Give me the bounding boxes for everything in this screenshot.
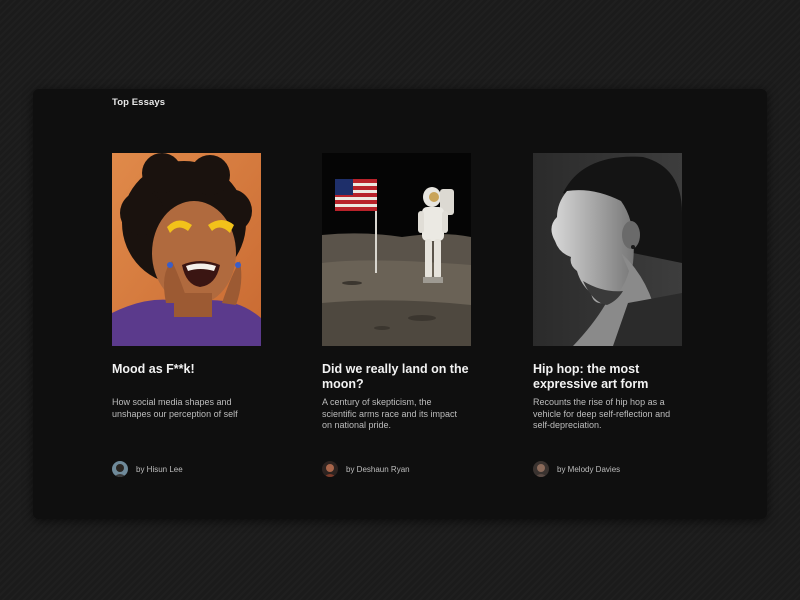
essay-title[interactable]: Did we really land on the moon? [322,362,482,392]
author-byline[interactable]: by Deshaun Ryan [322,461,410,477]
essay-description: How social media shapes and unshapes our… [112,397,238,419]
author-name[interactable]: by Hisun Lee [136,465,183,474]
author-name[interactable]: by Melody Davies [557,465,620,474]
essay-thumbnail[interactable] [533,153,682,346]
essay-title[interactable]: Hip hop: the most expressive art form [533,362,693,392]
author-byline[interactable]: by Hisun Lee [112,461,183,477]
essays-panel: Top Essays Mood as F**k! How social medi… [33,89,767,519]
avatar[interactable] [322,461,338,477]
avatar[interactable] [112,461,128,477]
essay-card[interactable]: Mood as F**k! How social media shapes an… [112,153,272,477]
essay-thumbnail[interactable] [322,153,471,346]
essay-description: Recounts the rise of hip hop as a vehicl… [533,397,671,430]
essay-card[interactable]: Did we really land on the moon? A centur… [322,153,482,477]
essay-card[interactable]: Hip hop: the most expressive art form Re… [533,153,693,477]
avatar[interactable] [533,461,549,477]
author-byline[interactable]: by Melody Davies [533,461,620,477]
essay-title[interactable]: Mood as F**k! [112,362,272,377]
essay-thumbnail[interactable] [112,153,261,346]
section-title: Top Essays [112,97,166,108]
author-name[interactable]: by Deshaun Ryan [346,465,410,474]
essay-description: A century of skepticism, the scientific … [322,397,458,430]
